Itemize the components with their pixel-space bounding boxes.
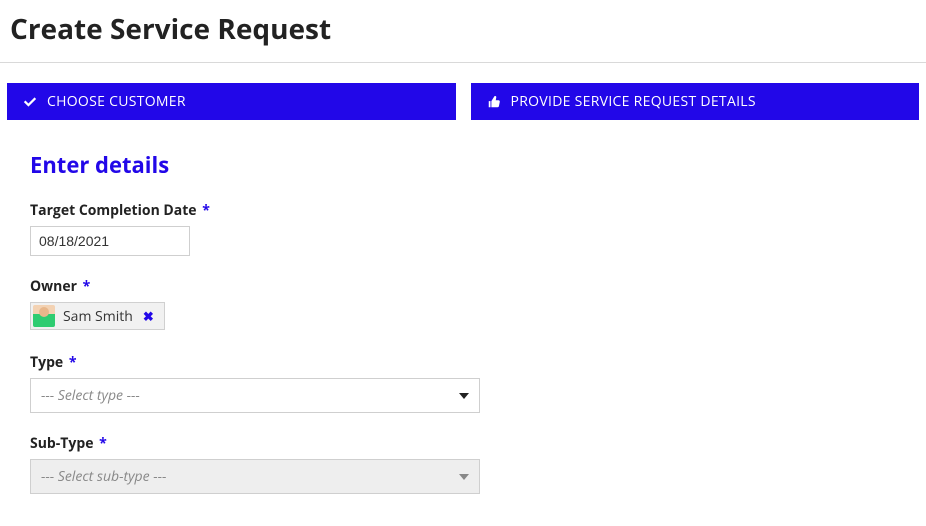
check-icon <box>23 95 37 109</box>
subtype-label: Sub-Type * <box>30 434 107 453</box>
thumbs-up-icon <box>487 95 501 109</box>
type-placeholder: --- Select type --- <box>41 386 140 405</box>
label-text: Type <box>30 353 63 372</box>
field-owner: Owner * Sam Smith ✖ <box>30 274 896 332</box>
page-title: Create Service Request <box>0 0 926 62</box>
avatar <box>33 305 55 327</box>
step-provide-details[interactable]: PROVIDE SERVICE REQUEST DETAILS <box>471 83 920 120</box>
required-mark: * <box>202 201 210 220</box>
subtype-placeholder: --- Select sub-type --- <box>41 467 166 486</box>
type-select[interactable]: --- Select type --- <box>30 378 480 413</box>
remove-icon[interactable]: ✖ <box>141 307 156 325</box>
field-target-completion-date: Target Completion Date * <box>30 198 896 256</box>
target-date-label: Target Completion Date * <box>30 201 210 220</box>
subtype-select: --- Select sub-type --- <box>30 459 480 494</box>
owner-label: Owner * <box>30 277 90 296</box>
label-text: Owner <box>30 277 77 296</box>
target-date-input[interactable] <box>30 226 190 256</box>
owner-name: Sam Smith <box>63 307 133 326</box>
divider <box>0 62 926 63</box>
chevron-down-icon <box>459 472 469 482</box>
required-mark: * <box>69 353 77 372</box>
field-type: Type * --- Select type --- <box>30 350 896 413</box>
step-choose-customer[interactable]: CHOOSE CUSTOMER <box>7 83 456 120</box>
chevron-down-icon <box>459 391 469 401</box>
type-label: Type * <box>30 353 76 372</box>
step-label: PROVIDE SERVICE REQUEST DETAILS <box>511 92 756 111</box>
required-mark: * <box>99 434 107 453</box>
form-area: Enter details Target Completion Date * O… <box>0 120 926 494</box>
wizard-steps: CHOOSE CUSTOMER PROVIDE SERVICE REQUEST … <box>0 83 926 120</box>
step-label: CHOOSE CUSTOMER <box>47 92 186 111</box>
owner-chip[interactable]: Sam Smith ✖ <box>30 302 165 330</box>
field-subtype: Sub-Type * --- Select sub-type --- <box>30 431 896 494</box>
required-mark: * <box>83 277 91 296</box>
label-text: Target Completion Date <box>30 201 197 220</box>
label-text: Sub-Type <box>30 434 93 453</box>
section-title: Enter details <box>30 150 896 180</box>
